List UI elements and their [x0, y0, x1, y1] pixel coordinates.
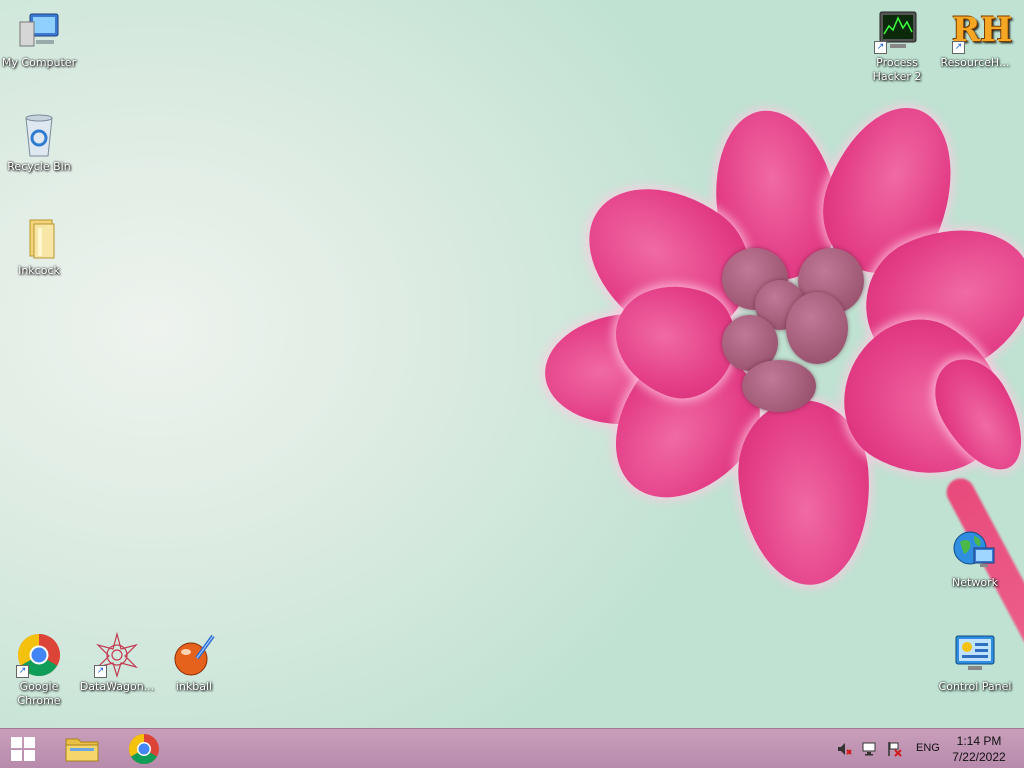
desktop-icon-my-computer[interactable]: My Computer	[0, 8, 78, 70]
clock-time: 1:14 PM	[956, 734, 1002, 748]
volume-muted-icon[interactable]	[836, 741, 852, 757]
computer-icon	[16, 8, 62, 54]
icon-label: My Computer	[1, 56, 77, 69]
folder-icon	[16, 216, 62, 262]
desktop-icon-google-chrome[interactable]: ↗ Google Chrome	[0, 632, 78, 708]
desktop: My Computer Recycle Bin Inkcock ↗ Google…	[0, 0, 1024, 728]
file-explorer-icon	[65, 738, 99, 762]
recycle-bin-icon	[16, 112, 62, 158]
shortcut-arrow-icon: ↗	[874, 41, 887, 54]
process-hacker-icon: ↗	[874, 8, 920, 54]
desktop-icon-inkball[interactable]: inkball	[155, 632, 233, 694]
icon-label: Recycle Bin	[7, 160, 71, 173]
inkball-icon	[171, 632, 217, 678]
taskbar-clock[interactable]: 1:14 PM 7/22/2022	[944, 733, 1014, 765]
desktop-icon-recycle-bin[interactable]: Recycle Bin	[0, 112, 78, 174]
taskbar-chrome-button[interactable]	[118, 731, 170, 767]
start-button[interactable]	[4, 733, 42, 765]
icon-label: Process Hacker 2	[872, 56, 922, 83]
network-status-icon[interactable]	[862, 741, 878, 757]
control-panel-icon	[952, 632, 998, 678]
language-indicator[interactable]: ENG	[916, 742, 940, 754]
action-center-flag-icon[interactable]	[886, 741, 902, 757]
desktop-icon-network[interactable]: Network	[936, 528, 1014, 590]
network-icon	[952, 528, 998, 574]
chrome-icon	[128, 734, 159, 765]
chrome-icon: ↗	[16, 632, 62, 678]
taskbar: ENG 1:14 PM 7/22/2022	[0, 728, 1024, 768]
shortcut-arrow-icon: ↗	[952, 41, 965, 54]
system-tray: ENG	[832, 729, 942, 768]
desktop-icon-resource-hacker[interactable]: RH ↗ ResourceH...	[936, 8, 1014, 70]
desktop-icon-datawagon[interactable]: ↗ DataWagon...	[78, 631, 156, 694]
icon-label: Inkcock	[18, 264, 60, 277]
icon-label: Network	[952, 576, 998, 589]
datawagon-icon: ↗	[94, 631, 140, 679]
icon-label: inkball	[175, 680, 213, 693]
shortcut-arrow-icon: ↗	[94, 665, 107, 678]
windows-logo-icon	[11, 737, 35, 761]
desktop-icon-inkcock[interactable]: Inkcock	[0, 216, 78, 278]
icon-label: ResourceH...	[940, 56, 1010, 69]
taskbar-file-explorer-button[interactable]	[56, 731, 108, 767]
resource-hacker-icon: RH ↗	[952, 8, 1012, 54]
clock-date: 7/22/2022	[952, 750, 1006, 764]
icon-label: DataWagon...	[79, 680, 155, 693]
icon-label: Google Chrome	[17, 680, 61, 707]
desktop-icon-process-hacker[interactable]: ↗ Process Hacker 2	[858, 8, 936, 84]
shortcut-arrow-icon: ↗	[16, 665, 29, 678]
icon-label: Control Panel	[938, 680, 1012, 693]
desktop-icon-control-panel[interactable]: Control Panel	[936, 632, 1014, 694]
